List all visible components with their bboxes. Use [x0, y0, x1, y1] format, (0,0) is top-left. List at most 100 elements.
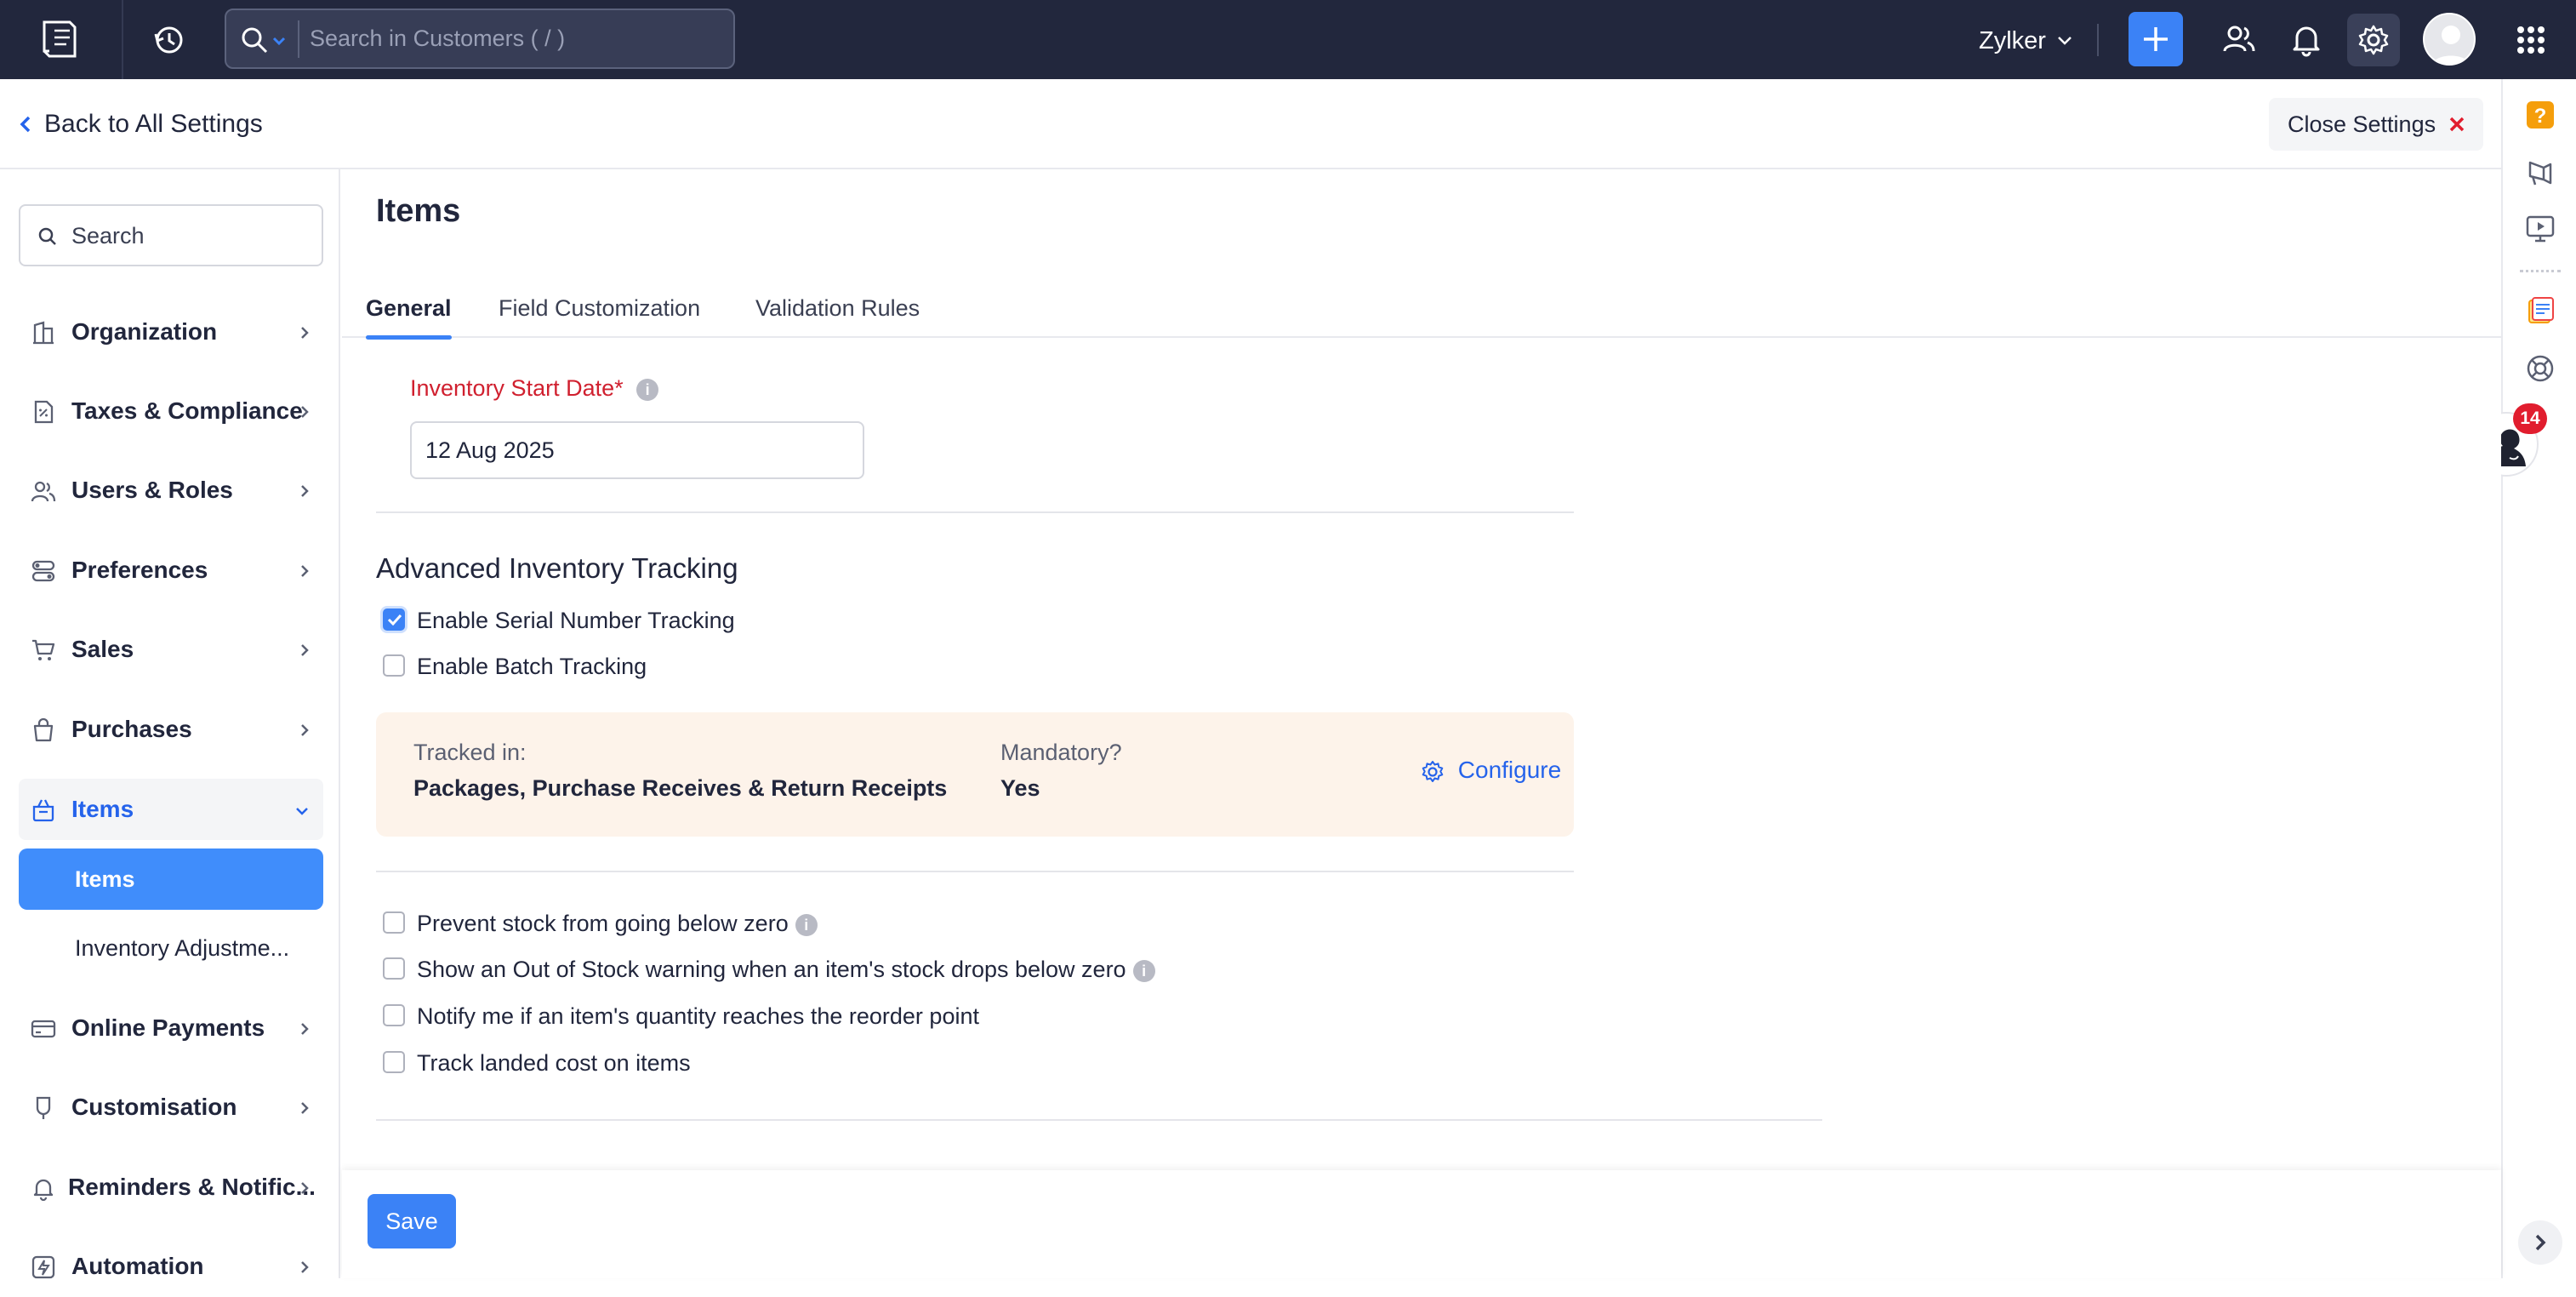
settings-search-input[interactable]: Search [19, 204, 323, 266]
rail-divider [2520, 270, 2561, 273]
right-rail: ? [2501, 79, 2576, 1278]
info-icon[interactable]: i [1132, 959, 1155, 982]
inventory-start-date-input[interactable]: 12 Aug 2025 [410, 421, 864, 479]
landed-cost-checkbox[interactable] [383, 1051, 405, 1073]
sidebar-item-preferences[interactable]: Preferences [19, 540, 323, 601]
settings-button[interactable] [2347, 14, 2400, 66]
mandatory-label: Mandatory? [1000, 740, 1122, 765]
basket-icon [32, 799, 54, 822]
sidebar-item-taxes-compliance[interactable]: Taxes & Compliance [19, 380, 323, 442]
bell-icon[interactable] [2288, 20, 2325, 58]
mandatory-value: Yes [1000, 775, 1040, 801]
app-logo-icon[interactable] [37, 17, 85, 61]
sidebar-item-label: Purchases [71, 716, 192, 742]
inventory-start-date-label: Inventory Start Date* i [410, 375, 659, 402]
section-divider [376, 1119, 1822, 1121]
team-icon[interactable] [2220, 20, 2258, 58]
section-divider [376, 871, 1574, 872]
save-button[interactable]: Save [368, 1194, 456, 1248]
video-tutorial-icon[interactable] [2525, 214, 2556, 244]
chevron-right-icon [301, 1102, 309, 1114]
chevron-right-icon [301, 406, 309, 418]
back-to-settings-link[interactable]: Back to All Settings [19, 79, 263, 169]
chevron-right-icon [301, 1182, 309, 1194]
prevent-negative-stock-checkbox[interactable] [383, 911, 405, 934]
topbar-divider [122, 0, 123, 79]
chevron-right-icon [301, 644, 309, 656]
chevron-right-icon [2535, 1234, 2546, 1251]
out-of-stock-warning-checkbox[interactable] [383, 957, 405, 980]
close-settings-label: Close Settings [2288, 111, 2436, 137]
org-switcher[interactable]: Zylker [1979, 0, 2046, 79]
sidebar-item-automation[interactable]: Automation [19, 1236, 323, 1297]
section-divider [376, 511, 1574, 513]
reorder-point-notify-checkbox[interactable] [383, 1004, 405, 1026]
serial-tracking-checkbox[interactable] [383, 609, 405, 631]
plus-icon [2144, 27, 2168, 51]
chevron-right-icon [301, 485, 309, 497]
sidebar-item-label: Preferences [71, 557, 208, 583]
tab-validation-rules[interactable]: Validation Rules [755, 283, 920, 338]
toggles-icon [31, 560, 55, 582]
search-icon [240, 26, 269, 54]
card-icon [31, 1020, 56, 1038]
close-icon [2449, 117, 2465, 132]
collapse-rail-button[interactable] [2518, 1220, 2562, 1265]
sidebar-item-label: Online Payments [71, 1014, 265, 1041]
sidebar-item-online-payments[interactable]: Online Payments [19, 997, 323, 1059]
cart-icon [32, 639, 55, 660]
help-icon[interactable]: ? [2525, 100, 2556, 130]
info-icon[interactable]: i [795, 913, 818, 936]
tab-field-customization[interactable]: Field Customization [499, 283, 700, 338]
global-search-input[interactable]: Search in Customers ( / ) [225, 9, 735, 69]
sidebar-item-customisation[interactable]: Customisation [19, 1077, 323, 1138]
advanced-tracking-heading: Advanced Inventory Tracking [376, 552, 738, 584]
form-footer: Save [342, 1170, 2501, 1278]
lightning-icon [31, 1255, 55, 1279]
configure-link[interactable]: Configure [1421, 757, 1561, 784]
topbar-divider [2097, 24, 2099, 56]
sidebar-item-users-roles[interactable]: Users & Roles [19, 460, 323, 521]
settings-sidebar: Search Organization Taxes & Compliance U… [0, 169, 340, 1279]
sidebar-item-items[interactable]: Items [19, 779, 323, 840]
checkmark-icon [387, 614, 402, 626]
chevron-down-icon [296, 808, 308, 815]
chevron-right-icon [301, 565, 309, 577]
chevron-left-icon [20, 116, 31, 133]
support-lifebuoy-icon[interactable] [2525, 353, 2556, 384]
brush-icon [36, 1096, 51, 1119]
tab-general[interactable]: General [366, 283, 452, 340]
page-title: Items [376, 193, 461, 229]
tracking-summary-box: Tracked in: Packages, Purchase Receives … [376, 712, 1574, 837]
chevron-right-icon [301, 1023, 309, 1035]
user-avatar[interactable] [2423, 13, 2476, 66]
quick-create-button[interactable] [2129, 12, 2183, 66]
sidebar-subitem-inventory-adjustments[interactable]: Inventory Adjustme... [19, 917, 323, 979]
close-settings-button[interactable]: Close Settings [2269, 98, 2483, 151]
sidebar-item-sales[interactable]: Sales [19, 619, 323, 680]
back-link-label: Back to All Settings [44, 110, 263, 138]
sidebar-item-purchases[interactable]: Purchases [19, 699, 323, 760]
history-icon[interactable] [151, 22, 187, 58]
app-grid-icon[interactable] [2516, 26, 2545, 54]
svg-text:?: ? [2534, 105, 2547, 128]
announcement-icon[interactable] [2525, 157, 2556, 188]
prevent-negative-stock-text: Prevent stock from going below zero [417, 911, 789, 936]
chevron-right-icon [301, 327, 309, 339]
sidebar-subitem-items[interactable]: Items [19, 848, 323, 910]
search-placeholder: Search in Customers ( / ) [310, 26, 566, 51]
chevron-down-icon[interactable] [2057, 36, 2072, 46]
sidebar-item-reminders-notifications[interactable]: Reminders & Notific... [19, 1157, 323, 1218]
notes-app-icon[interactable] [2525, 295, 2556, 326]
bell-icon [33, 1179, 54, 1201]
sidebar-item-organization[interactable]: Organization [19, 301, 323, 363]
sidebar-item-label: Users & Roles [71, 477, 233, 503]
batch-tracking-checkbox[interactable] [383, 654, 405, 677]
search-divider [298, 20, 299, 58]
bag-icon [33, 717, 54, 742]
info-icon[interactable]: i [636, 378, 659, 401]
batch-tracking-label: Enable Batch Tracking [417, 654, 647, 679]
tracked-in-label: Tracked in: [413, 740, 527, 765]
top-bar: Search in Customers ( / ) Zylker [0, 0, 2576, 79]
search-scope-chevron-down-icon[interactable] [272, 36, 286, 46]
